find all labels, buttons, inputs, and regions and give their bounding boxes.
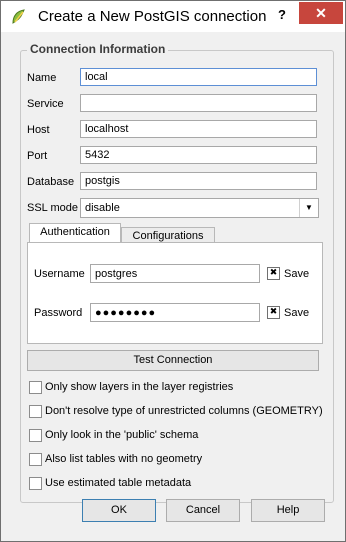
cancel-button[interactable]: Cancel [166,499,240,522]
port-label: Port [27,150,48,162]
tab-authentication[interactable]: Authentication [29,223,121,244]
username-label: Username [34,268,85,280]
dont-resolve-geometry-label: Don't resolve type of unrestricted colum… [45,405,323,417]
save-password-checkbox[interactable]: ✖ [267,306,280,319]
public-schema-label: Only look in the 'public' schema [45,429,199,441]
password-field[interactable]: ●●●●●●●● [90,303,260,322]
window-title: Create a New PostGIS connection [38,8,267,25]
only-layer-registries-checkbox[interactable] [29,381,42,394]
dialog-window: Create a New PostGIS connection ? ✕ Conn… [0,0,346,542]
authentication-pane: Username postgres ✖ Save Password ●●●●●●… [27,242,323,344]
no-geometry-tables-label: Also list tables with no geometry [45,453,203,465]
ok-button[interactable]: OK [82,499,156,522]
host-field[interactable]: localhost [80,120,317,138]
service-label: Service [27,98,64,110]
qgis-logo-icon [12,9,25,24]
title-bar[interactable]: Create a New PostGIS connection ? ✕ [1,1,345,32]
group-title: Connection Information [27,42,169,56]
username-field[interactable]: postgres [90,264,260,283]
save-username-label: Save [284,268,310,280]
database-label: Database [27,176,75,188]
save-username-checkbox[interactable]: ✖ [267,267,280,280]
estimated-metadata-checkbox[interactable] [29,477,42,490]
port-field[interactable]: 5432 [80,146,317,164]
test-connection-button[interactable]: Test Connection [27,350,319,371]
help-button[interactable]: Help [251,499,325,522]
database-field[interactable]: postgis [80,172,317,190]
ssl-mode-label: SSL mode [27,202,78,214]
service-field[interactable] [80,94,317,112]
name-field[interactable]: local [80,68,317,86]
host-label: Host [27,124,50,136]
estimated-metadata-label: Use estimated table metadata [45,477,192,489]
name-label: Name [27,72,57,84]
test-connection-label: Test Connection [133,354,213,366]
ssl-mode-select[interactable]: disable ▼ [80,198,319,218]
no-geometry-tables-checkbox[interactable] [29,453,42,466]
ssl-mode-value: disable [85,202,120,214]
public-schema-checkbox[interactable] [29,429,42,442]
save-password-label: Save [284,307,310,319]
dialog-content: Connection Information Name local Servic… [9,32,337,533]
help-icon[interactable]: ? [269,5,295,25]
password-label: Password [34,307,83,319]
only-layer-registries-label: Only show layers in the layer registries [45,381,234,393]
chevron-down-icon[interactable]: ▼ [299,199,318,217]
close-icon[interactable]: ✕ [299,2,343,24]
dont-resolve-geometry-checkbox[interactable] [29,405,42,418]
